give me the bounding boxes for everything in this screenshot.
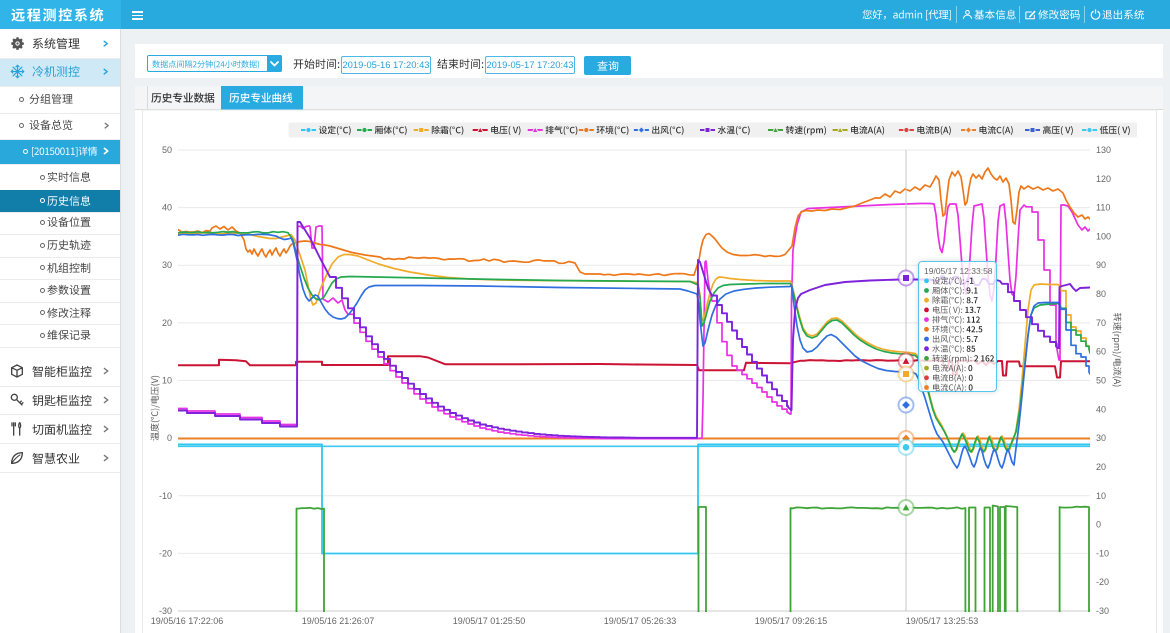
svg-text:100: 100 bbox=[1096, 231, 1111, 241]
svg-text:40: 40 bbox=[1096, 404, 1106, 414]
svg-text:40: 40 bbox=[162, 203, 172, 213]
svg-text:130: 130 bbox=[1096, 145, 1111, 155]
svg-text:50: 50 bbox=[162, 145, 172, 155]
svg-text:10: 10 bbox=[1096, 491, 1106, 501]
svg-text:-20: -20 bbox=[1096, 577, 1109, 587]
svg-text:19/05/17 12:33:58: 19/05/17 12:33:58 bbox=[924, 266, 993, 276]
svg-text:50: 50 bbox=[1096, 376, 1106, 386]
svg-text:19/05/17 09:26:15: 19/05/17 09:26:15 bbox=[755, 616, 828, 626]
svg-text:-30: -30 bbox=[159, 606, 172, 616]
svg-text:-10: -10 bbox=[1096, 548, 1109, 558]
svg-text:80: 80 bbox=[1096, 289, 1106, 299]
svg-text:60: 60 bbox=[1096, 347, 1106, 357]
svg-text:0: 0 bbox=[1096, 520, 1101, 530]
svg-text:19/05/16 17:22:06: 19/05/16 17:22:06 bbox=[151, 616, 224, 626]
svg-text:19/05/17 05:26:33: 19/05/17 05:26:33 bbox=[604, 616, 677, 626]
svg-text:110: 110 bbox=[1096, 203, 1110, 213]
svg-text:19/05/17 01:25:50: 19/05/17 01:25:50 bbox=[453, 616, 526, 626]
svg-text:10: 10 bbox=[162, 376, 172, 386]
svg-text:-10: -10 bbox=[159, 491, 172, 501]
svg-text:90: 90 bbox=[1096, 260, 1106, 270]
svg-text:20: 20 bbox=[1096, 462, 1106, 472]
svg-text:70: 70 bbox=[1096, 318, 1106, 328]
svg-text:120: 120 bbox=[1096, 174, 1111, 184]
svg-text:0: 0 bbox=[167, 433, 172, 443]
svg-text:20: 20 bbox=[162, 318, 172, 328]
svg-text:30: 30 bbox=[162, 260, 172, 270]
svg-text:19/05/17 13:25:53: 19/05/17 13:25:53 bbox=[906, 616, 979, 626]
svg-text:-20: -20 bbox=[159, 548, 172, 558]
svg-text:19/05/16 21:26:07: 19/05/16 21:26:07 bbox=[302, 616, 375, 626]
svg-text:-30: -30 bbox=[1096, 606, 1109, 616]
svg-text:30: 30 bbox=[1096, 433, 1106, 443]
